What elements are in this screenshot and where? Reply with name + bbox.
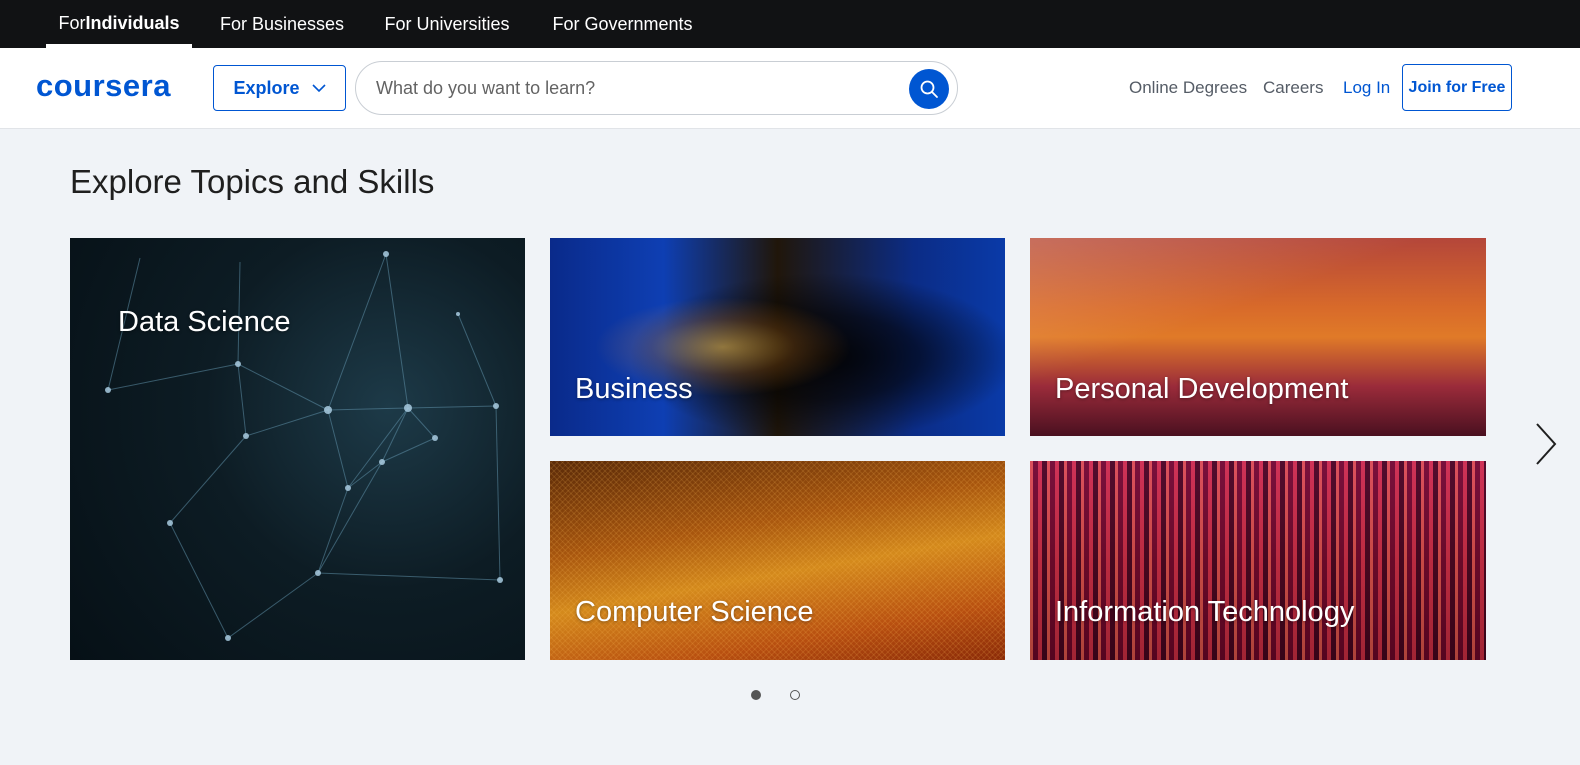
chevron-down-icon bbox=[311, 83, 326, 92]
topic-card-computer-science[interactable]: Computer Science bbox=[550, 461, 1005, 660]
topic-label: Personal Development bbox=[1055, 373, 1349, 405]
search-bar bbox=[355, 61, 958, 115]
network-graphic bbox=[105, 251, 503, 641]
carousel-dot-2[interactable] bbox=[790, 690, 800, 700]
topic-label: Business bbox=[575, 373, 693, 405]
topic-card-data-science[interactable]: Data Science bbox=[70, 238, 525, 660]
explore-label: Explore bbox=[233, 77, 300, 98]
online-degrees-link[interactable]: Online Degrees bbox=[1129, 77, 1247, 99]
explore-button[interactable]: Explore bbox=[213, 65, 346, 111]
tab-for-businesses[interactable]: For Businesses bbox=[211, 0, 353, 48]
topic-card-information-technology[interactable]: Information Technology bbox=[1030, 461, 1486, 660]
carousel-pagination bbox=[750, 690, 810, 704]
tab-for-individuals[interactable]: For Individuals bbox=[46, 0, 192, 48]
coursera-logo[interactable]: coursera bbox=[36, 66, 196, 106]
audience-nav: For Individuals For Businesses For Unive… bbox=[0, 0, 1580, 48]
topic-card-personal-development[interactable]: Personal Development bbox=[1030, 238, 1486, 436]
tab-for-individuals-prefix: For bbox=[58, 12, 86, 33]
search-button[interactable] bbox=[909, 69, 949, 109]
chevron-right-icon[interactable] bbox=[1530, 420, 1560, 468]
tab-for-individuals-label: Individuals bbox=[85, 12, 180, 33]
search-icon bbox=[920, 80, 938, 98]
tab-for-universities[interactable]: For Universities bbox=[373, 0, 521, 48]
section-title: Explore Topics and Skills bbox=[70, 163, 435, 200]
site-header: coursera Explore Online Degrees Careers … bbox=[0, 48, 1580, 129]
tab-for-governments[interactable]: For Governments bbox=[541, 0, 704, 48]
topic-label: Data Science bbox=[118, 306, 291, 338]
careers-link[interactable]: Careers bbox=[1263, 77, 1323, 99]
topic-card-business[interactable]: Business bbox=[550, 238, 1005, 436]
search-input[interactable] bbox=[376, 62, 896, 114]
topic-label: Information Technology bbox=[1055, 596, 1355, 628]
log-in-link[interactable]: Log In bbox=[1343, 77, 1390, 99]
carousel-dot-1[interactable] bbox=[751, 690, 761, 700]
join-for-free-button[interactable]: Join for Free bbox=[1402, 64, 1512, 111]
topic-label: Computer Science bbox=[575, 596, 814, 628]
